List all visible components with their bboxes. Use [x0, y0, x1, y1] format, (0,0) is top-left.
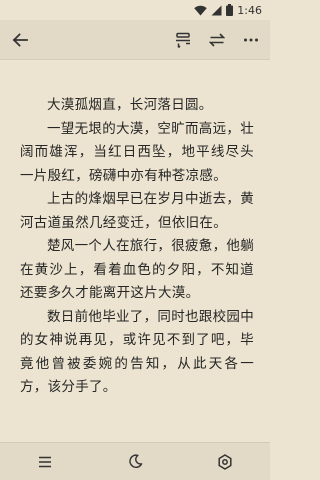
back-arrow-icon — [12, 32, 28, 47]
night-mode-icon — [128, 454, 142, 468]
night-mode-button[interactable] — [117, 444, 153, 480]
status-bar: 1:46 — [0, 0, 270, 20]
paragraph: 大漠孤烟直，长河落日圆。 — [47, 97, 213, 113]
battery-icon — [226, 4, 234, 16]
reader-toolbar — [0, 20, 270, 60]
bookmark-list-button[interactable] — [166, 23, 200, 57]
status-time: 1:46 — [237, 3, 262, 17]
menu-button[interactable] — [27, 444, 63, 480]
back-button[interactable] — [3, 23, 37, 57]
reader-bottom-bar — [0, 442, 270, 480]
paragraph: 数日前他毕业了，同时也跟校园中的女神说再见，或许见不到了吧，毕竟他曾被委婉的告知… — [20, 308, 254, 396]
chapter-content[interactable]: 大漠孤烟直，长河落日圆。 一望无垠的大漠，空旷而高远，壮阔而雄浑，当红日西坠，地… — [0, 60, 270, 442]
signal-icon — [211, 5, 222, 16]
paragraph: 一望无垠的大漠，空旷而高远，壮阔而雄浑，当红日西坠，地平线尽头一片殷红，磅礴中亦… — [20, 120, 254, 184]
toolbar-actions — [166, 23, 268, 57]
settings-button[interactable] — [207, 444, 243, 480]
more-button[interactable] — [234, 23, 268, 57]
bookmark-list-icon — [176, 32, 190, 48]
paragraph: 上古的烽烟早已在岁月中逝去，黄河古道虽然几经变迁，但依旧在。 — [20, 191, 254, 231]
paragraph: 楚风一个人在旅行，很疲惫，他躺在黄沙上，看着血色的夕阳，不知道还要多久才能离开这… — [20, 238, 254, 301]
menu-icon — [39, 456, 51, 467]
more-icon — [244, 38, 258, 41]
swap-icon — [209, 32, 225, 47]
swap-source-button[interactable] — [200, 23, 234, 57]
settings-icon — [218, 453, 232, 470]
wifi-icon — [194, 5, 207, 16]
